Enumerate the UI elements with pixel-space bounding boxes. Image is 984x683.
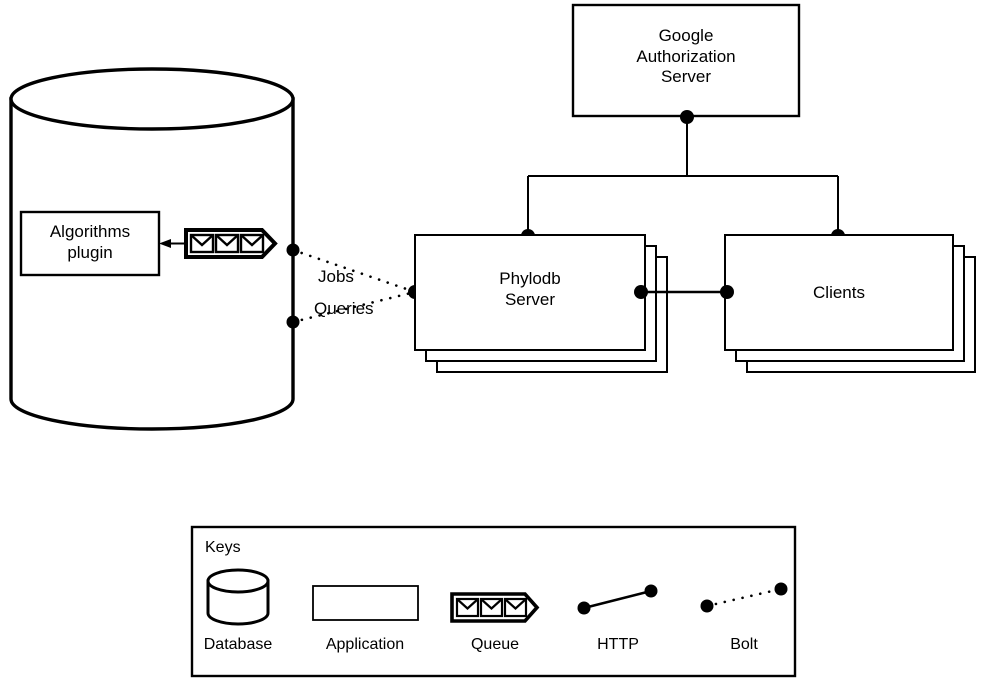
legend-database-cylinder-icon (206, 568, 270, 626)
algorithms-plugin-label: Algorithms plugin (49, 222, 131, 262)
legend-item-label-queue: Queue (470, 636, 520, 653)
database-cylinder-top-ellipse (9, 67, 295, 131)
legend-item-label-application: Application (325, 636, 405, 653)
phylodb-server-label: Phylodb Server (499, 269, 561, 309)
legend-application-rectangle-icon (312, 585, 419, 621)
google-authorization-server-label: Google Authorization Server (636, 26, 736, 87)
bolt-endpoint-dot-jobs-db (286, 243, 300, 257)
edge-label-jobs: Jobs (318, 267, 354, 286)
http-connections-auth-bus (521, 110, 845, 243)
bolt-endpoint-dot-queries-db (286, 315, 300, 329)
legend-database-top-ellipse (206, 568, 270, 594)
legend-bolt-dot-left (700, 599, 714, 613)
legend-http-dot-left (577, 601, 591, 615)
clients-label: Clients (813, 283, 865, 302)
http-endpoint-dot-auth (680, 110, 694, 124)
bolt-edge-jobs (291, 248, 417, 294)
legend-http-dot-right (644, 584, 658, 598)
legend-item-label-http: HTTP (597, 636, 639, 653)
legend-bolt-dot-right (774, 582, 788, 596)
diagram-graphics-layer (9, 3, 976, 678)
edge-label-queries: Queries (314, 299, 374, 318)
legend-title: Keys (205, 539, 241, 556)
legend-queue-envelopes-icon (450, 592, 540, 623)
architecture-diagram-canvas: Google Authorization Server Phylodb Serv… (0, 0, 984, 683)
legend-item-label-bolt: Bolt (730, 636, 758, 653)
legend-item-label-database: Database (203, 636, 273, 653)
queue-icon-envelopes (189, 233, 265, 254)
